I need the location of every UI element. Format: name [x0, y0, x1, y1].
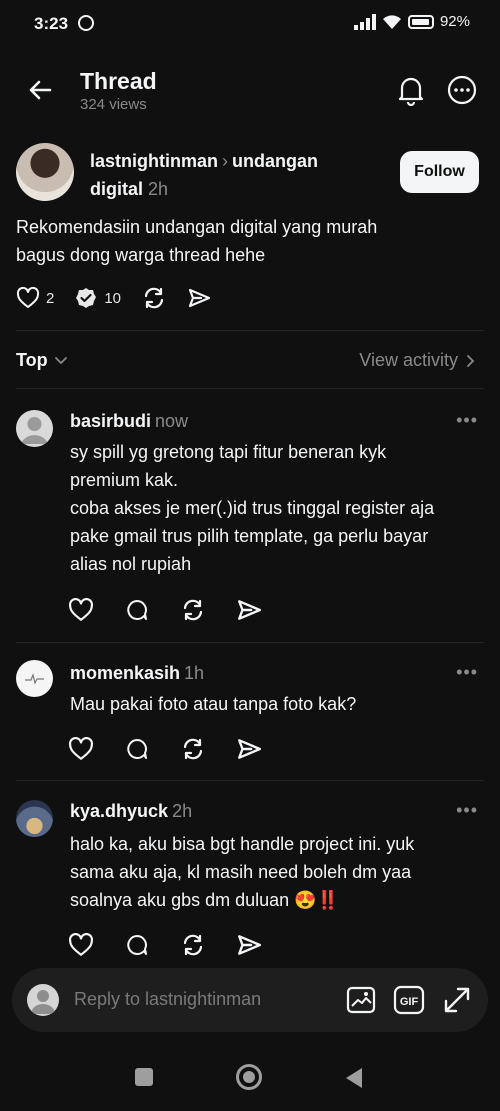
- comment-text: halo ka, aku bisa bgt handle project ini…: [70, 834, 415, 910]
- chevron-down-icon: [54, 356, 67, 364]
- image-icon[interactable]: [345, 984, 377, 1016]
- avatar[interactable]: [16, 800, 53, 837]
- avatar[interactable]: [16, 143, 74, 201]
- arrow-left-icon[interactable]: [24, 74, 56, 106]
- more-icon[interactable]: •••: [456, 410, 478, 431]
- system-nav-bar: [0, 1040, 500, 1111]
- battery-percent: 92%: [439, 13, 470, 30]
- comment-time: 1h: [184, 663, 205, 683]
- comment-icon[interactable]: [124, 737, 150, 761]
- post-text: Rekomendasiin undangan digital yang mura…: [16, 217, 378, 265]
- more-icon[interactable]: •••: [456, 800, 478, 821]
- repost-icon: [144, 287, 164, 309]
- heart-icon: [16, 287, 40, 308]
- post-time: 2h: [148, 179, 169, 199]
- send-icon[interactable]: [236, 933, 262, 957]
- expand-icon[interactable]: [441, 984, 473, 1016]
- gif-icon[interactable]: GIF: [393, 984, 425, 1016]
- comment-username[interactable]: kya.dhyuck 2h: [70, 801, 192, 822]
- comment-icon[interactable]: [124, 598, 150, 622]
- wifi-icon: [382, 14, 401, 29]
- repost-button[interactable]: [141, 286, 167, 310]
- threads-notification-icon: [78, 15, 94, 31]
- like-button[interactable]: 2: [16, 287, 54, 309]
- comment-icon[interactable]: [124, 933, 150, 957]
- reply-input[interactable]: Reply to lastnightinman: [74, 989, 261, 1010]
- heartbeat-logo-icon: [25, 673, 44, 685]
- comment-text: sy spill yg gretong tapi fitur beneran k…: [70, 442, 435, 574]
- more-circle-icon[interactable]: [446, 74, 478, 106]
- back-button[interactable]: [346, 1068, 362, 1088]
- heart-icon[interactable]: [68, 933, 94, 957]
- send-icon[interactable]: [236, 737, 262, 761]
- comment-username[interactable]: basirbudi now: [70, 411, 188, 432]
- post-author-line: lastnightinman › undangan digital 2h: [90, 147, 370, 203]
- more-icon[interactable]: •••: [456, 662, 478, 683]
- status-time: 3:23: [34, 14, 69, 33]
- avatar: [27, 984, 59, 1016]
- home-button[interactable]: [236, 1064, 262, 1090]
- repost-icon[interactable]: [180, 598, 206, 622]
- repost-icon[interactable]: [180, 737, 206, 761]
- chevron-right-icon: [467, 354, 475, 367]
- reply-count: 10: [104, 289, 122, 307]
- bell-icon[interactable]: [396, 74, 426, 106]
- comment-time: 2h: [172, 801, 193, 821]
- divider: [16, 388, 484, 389]
- sort-dropdown[interactable]: Top: [16, 350, 68, 371]
- chevron-right-icon: ›: [222, 151, 229, 171]
- share-button[interactable]: [187, 287, 211, 309]
- reply-composer[interactable]: Reply to lastnightinman GIF: [12, 968, 488, 1032]
- svg-text:GIF: GIF: [400, 996, 419, 1008]
- default-avatar-icon: [31, 990, 55, 1014]
- thread-header: Thread 324 views: [0, 60, 500, 120]
- default-avatar-icon: [21, 417, 48, 444]
- divider: [16, 780, 484, 781]
- comment-actions: [68, 737, 262, 761]
- heart-icon[interactable]: [68, 737, 94, 761]
- post-actions: 2 10: [16, 286, 231, 310]
- battery-icon: [407, 14, 434, 29]
- avatar[interactable]: [16, 410, 53, 447]
- like-count: 2: [46, 289, 55, 307]
- send-icon[interactable]: [236, 598, 262, 622]
- post-author[interactable]: lastnightinman: [90, 151, 218, 171]
- avatar[interactable]: [16, 660, 53, 697]
- follow-button[interactable]: Follow: [400, 151, 479, 193]
- heart-icon[interactable]: [68, 598, 94, 622]
- sort-row: Top View activity: [0, 340, 500, 380]
- comment-actions: [68, 598, 262, 622]
- comment-time: now: [155, 411, 189, 431]
- recents-button[interactable]: [135, 1068, 153, 1086]
- divider: [16, 330, 484, 331]
- divider: [16, 642, 484, 643]
- verified-reply-icon: [76, 288, 97, 308]
- send-icon: [188, 288, 211, 308]
- signal-icon: [353, 13, 376, 30]
- repost-icon[interactable]: [180, 933, 206, 957]
- comment-actions: [68, 933, 262, 957]
- page-title: Thread: [80, 68, 157, 94]
- comment-text: Mau pakai foto atau tanpa foto kak?: [70, 694, 357, 714]
- replies-button[interactable]: 10: [74, 286, 121, 310]
- status-bar: 3:23 92%: [0, 0, 500, 50]
- view-activity-link[interactable]: View activity: [359, 350, 476, 371]
- comment-username[interactable]: momenkasih 1h: [70, 663, 204, 684]
- view-count: 324 views: [80, 96, 147, 113]
